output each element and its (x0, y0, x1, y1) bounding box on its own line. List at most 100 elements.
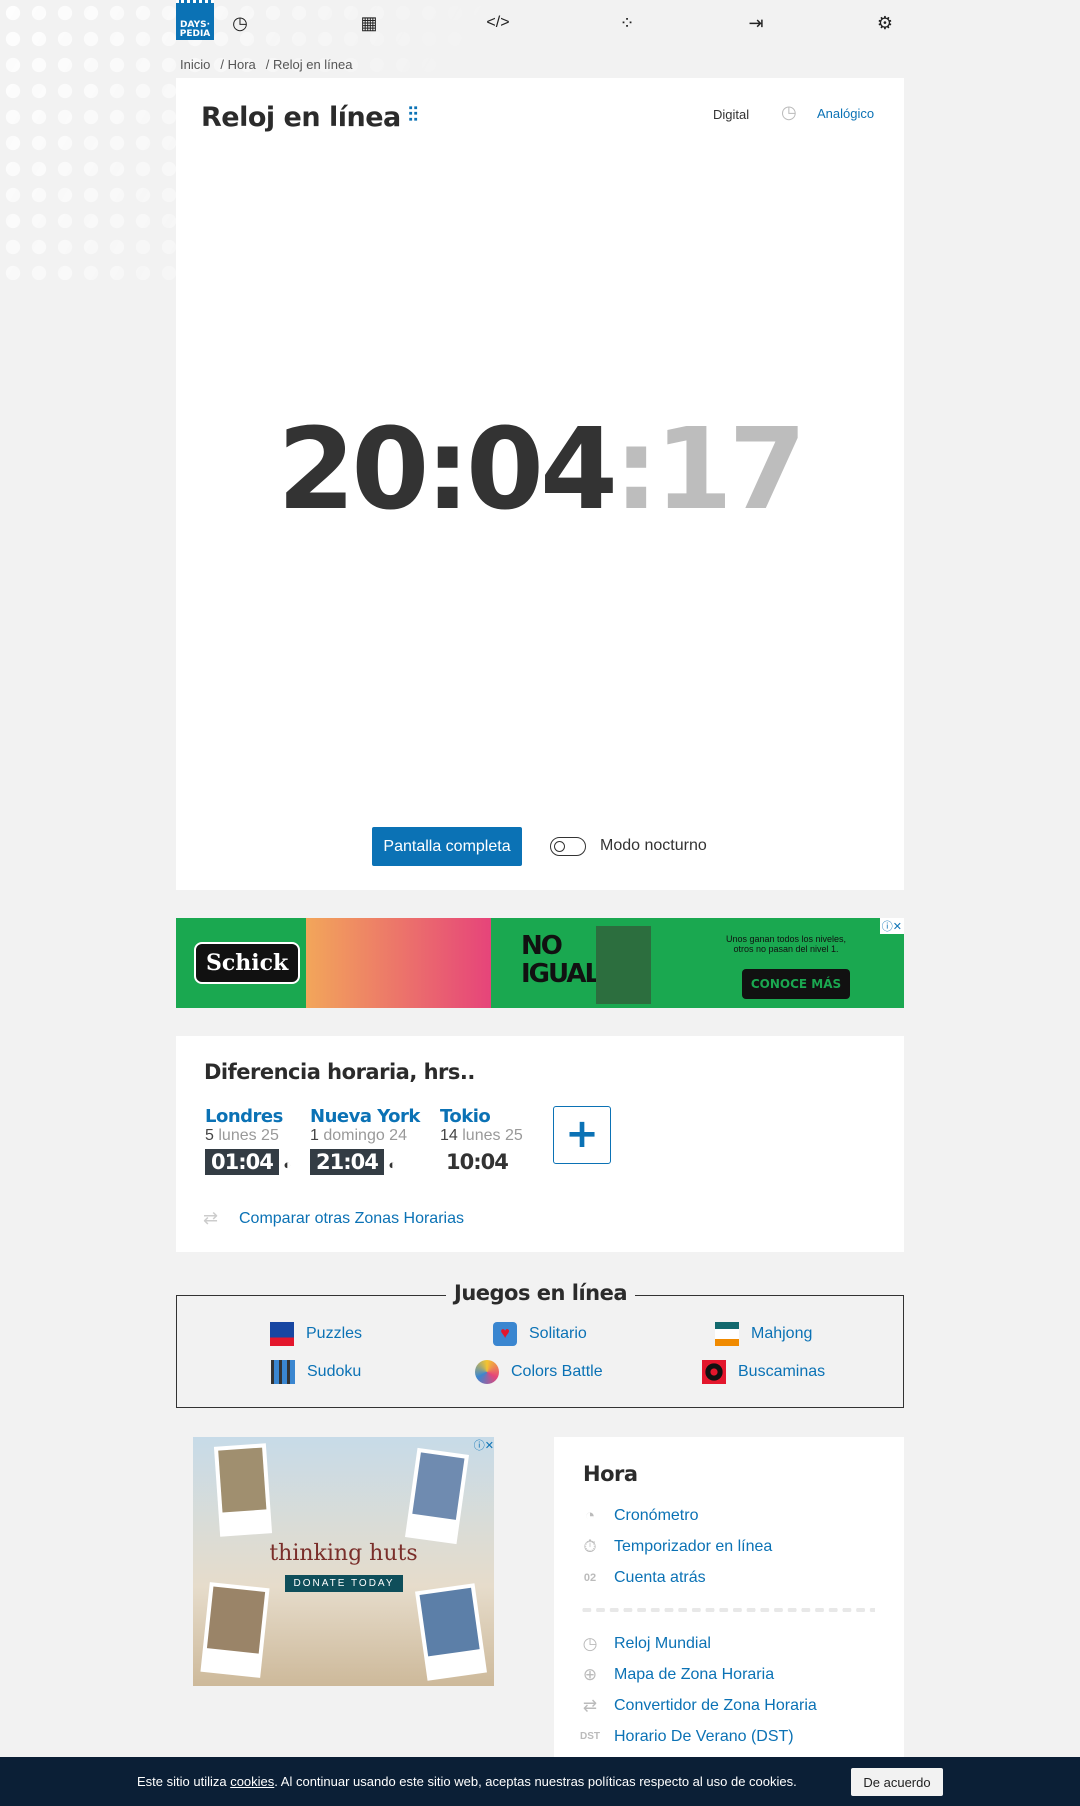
breadcrumb-current: / Reloj en línea (265, 57, 353, 72)
game-colors-battle[interactable]: Colors Battle (475, 1360, 603, 1384)
timer-icon: ⏱ (583, 1536, 597, 1556)
hour-offset: 14 (440, 1127, 458, 1144)
game-link[interactable]: Colors Battle (511, 1363, 603, 1381)
clock-icon[interactable]: ◷ (227, 10, 253, 36)
ad-product (596, 926, 651, 1004)
city-date: 5 lunes 25 (205, 1127, 291, 1145)
heart-icon: ♥ (493, 1322, 517, 1346)
city-name[interactable]: Nueva York (310, 1106, 420, 1127)
city-tokio[interactable]: Tokio 14 lunes 25 10:04 (440, 1106, 523, 1174)
city-name[interactable]: Londres (205, 1106, 291, 1127)
city-name[interactable]: Tokio (440, 1106, 523, 1127)
ad-tagline: Unos ganan todos los niveles, otros no p… (725, 934, 847, 954)
stopwatch-icon: ◔ (584, 1505, 596, 1525)
dst-icon: DST (580, 1731, 600, 1742)
ad-brand: thinking huts (269, 1541, 418, 1566)
analog-clock-icon: ◷ (781, 102, 797, 122)
hora-item-mapa[interactable]: ⊕ Mapa de Zona Horaria (580, 1659, 875, 1690)
hora-link[interactable]: Convertidor de Zona Horaria (614, 1697, 817, 1715)
clock-icon: ◷ (582, 1633, 598, 1653)
game-mahjong[interactable]: Mahjong (715, 1322, 812, 1346)
time-difference-title: Diferencia horaria, hrs.. (204, 1060, 475, 1084)
hour-offset: 5 (205, 1127, 214, 1144)
hora-link[interactable]: Cuenta atrás (614, 1569, 706, 1587)
ad-close-icon[interactable]: ⓘ✕ (474, 1437, 494, 1453)
city-date: 1 domingo 24 (310, 1127, 420, 1145)
night-icon: ◐ (283, 1157, 292, 1172)
hora-link[interactable]: Temporizador en línea (614, 1538, 772, 1556)
dayspedia-logo[interactable]: DAYS· PEDIA (176, 0, 214, 40)
hora-item-temporizador[interactable]: ⏱ Temporizador en línea (580, 1531, 875, 1562)
gear-icon[interactable]: ⚙ (872, 10, 898, 36)
login-icon[interactable]: ⇥ (743, 10, 769, 36)
game-link[interactable]: Puzzles (306, 1325, 362, 1343)
city-nueva-york[interactable]: Nueva York 1 domingo 24 21:04 ◐ (310, 1106, 420, 1175)
games-title: Juegos en línea (446, 1281, 636, 1305)
game-solitario[interactable]: ♥ Solitario (493, 1322, 587, 1346)
hora-link[interactable]: Horario De Verano (DST) (614, 1728, 794, 1746)
hora-title: Hora (583, 1462, 638, 1486)
cookie-text: Este sitio utiliza cookies. Al continuar… (137, 1774, 797, 1789)
city-time: 21:04 (310, 1149, 384, 1175)
advertisement-banner[interactable]: Schick NO IGUALES Unos ganan todos los n… (176, 918, 904, 1008)
game-link[interactable]: Sudoku (307, 1363, 361, 1381)
digital-clock: 20:04:17 (176, 405, 904, 535)
hora-item-cronometro[interactable]: ◔ Cronómetro (580, 1500, 875, 1531)
breadcrumb-inicio[interactable]: Inicio (180, 57, 210, 72)
hora-item-convertidor[interactable]: ⇄ Convertidor de Zona Horaria (580, 1690, 875, 1721)
page-title: Reloj en línea (201, 102, 401, 133)
game-link[interactable]: Buscaminas (738, 1363, 825, 1381)
add-city-button[interactable]: + (553, 1106, 611, 1164)
mode-analog[interactable]: Analógico (817, 106, 874, 121)
cookie-text-pre: Este sitio utiliza (137, 1774, 231, 1789)
game-sudoku[interactable]: Sudoku (271, 1360, 361, 1384)
fullscreen-button[interactable]: Pantalla completa (372, 827, 522, 866)
hora-link[interactable]: Mapa de Zona Horaria (614, 1666, 774, 1684)
cookie-banner: Este sitio utiliza cookies. Al continuar… (0, 1757, 1080, 1806)
hour-offset: 1 (310, 1127, 319, 1144)
mahjong-icon (715, 1322, 739, 1346)
ad-cta[interactable]: CONOCE MÁS (742, 969, 850, 999)
settings-sliders-icon[interactable]: ⫶⫶ (408, 104, 418, 127)
game-buscaminas[interactable]: Buscaminas (702, 1360, 825, 1384)
sudoku-icon (271, 1360, 295, 1384)
day: domingo 24 (323, 1127, 407, 1144)
convert-icon: ⇄ (203, 1208, 219, 1228)
game-link[interactable]: Mahjong (751, 1325, 812, 1343)
code-icon[interactable]: </> (485, 10, 511, 36)
mode-digital[interactable]: Digital (713, 107, 749, 122)
ad-brand: Schick (194, 942, 301, 984)
calendar-icon[interactable]: ▦ (356, 10, 382, 36)
clock-hours-minutes: 20:04 (277, 405, 618, 535)
globe-icon: ⊕ (582, 1664, 598, 1684)
breadcrumb-hora[interactable]: / Hora (220, 57, 255, 72)
dotted-divider (580, 1608, 875, 1612)
day: lunes 25 (462, 1127, 523, 1144)
accept-cookies-button[interactable]: De acuerdo (851, 1768, 943, 1796)
mine-icon (702, 1360, 726, 1384)
advertisement-thinking-huts[interactable]: thinking huts DONATE TODAY ⓘ✕ (193, 1437, 494, 1686)
game-puzzles[interactable]: Puzzles (270, 1322, 362, 1346)
night-mode-toggle[interactable] (550, 837, 586, 856)
city-time: 01:04 (205, 1149, 279, 1175)
clock-separator: : (613, 405, 659, 535)
cookies-link[interactable]: cookies (230, 1774, 274, 1789)
game-link[interactable]: Solitario (529, 1325, 587, 1343)
countdown-icon: 02 (583, 1571, 597, 1584)
hora-item-reloj-mundial[interactable]: ◷ Reloj Mundial (580, 1628, 875, 1659)
ad-close-icon[interactable]: ⓘ✕ (879, 918, 904, 934)
compare-timezones-link[interactable]: Comparar otras Zonas Horarias (239, 1210, 464, 1228)
games-icon[interactable]: ⁘ (614, 10, 640, 36)
ad-headline: NO IGUALES (521, 931, 634, 989)
ad-cta[interactable]: DONATE TODAY (285, 1575, 403, 1592)
hora-item-cuenta-atras[interactable]: 02 Cuenta atrás (580, 1562, 875, 1593)
cookie-text-post: . Al continuar usando este sitio web, ac… (274, 1774, 797, 1789)
hora-item-dst[interactable]: DST Horario De Verano (DST) (580, 1721, 875, 1752)
hora-link[interactable]: Cronómetro (614, 1507, 698, 1525)
city-time: 10:04 (446, 1150, 509, 1174)
convert-icon: ⇄ (582, 1695, 598, 1715)
hora-link[interactable]: Reloj Mundial (614, 1635, 711, 1653)
day: lunes 25 (218, 1127, 279, 1144)
city-londres[interactable]: Londres 5 lunes 25 01:04 ◐ (205, 1106, 292, 1175)
hora-list: ◔ Cronómetro ⏱ Temporizador en línea 02 Cue… (580, 1500, 875, 1752)
